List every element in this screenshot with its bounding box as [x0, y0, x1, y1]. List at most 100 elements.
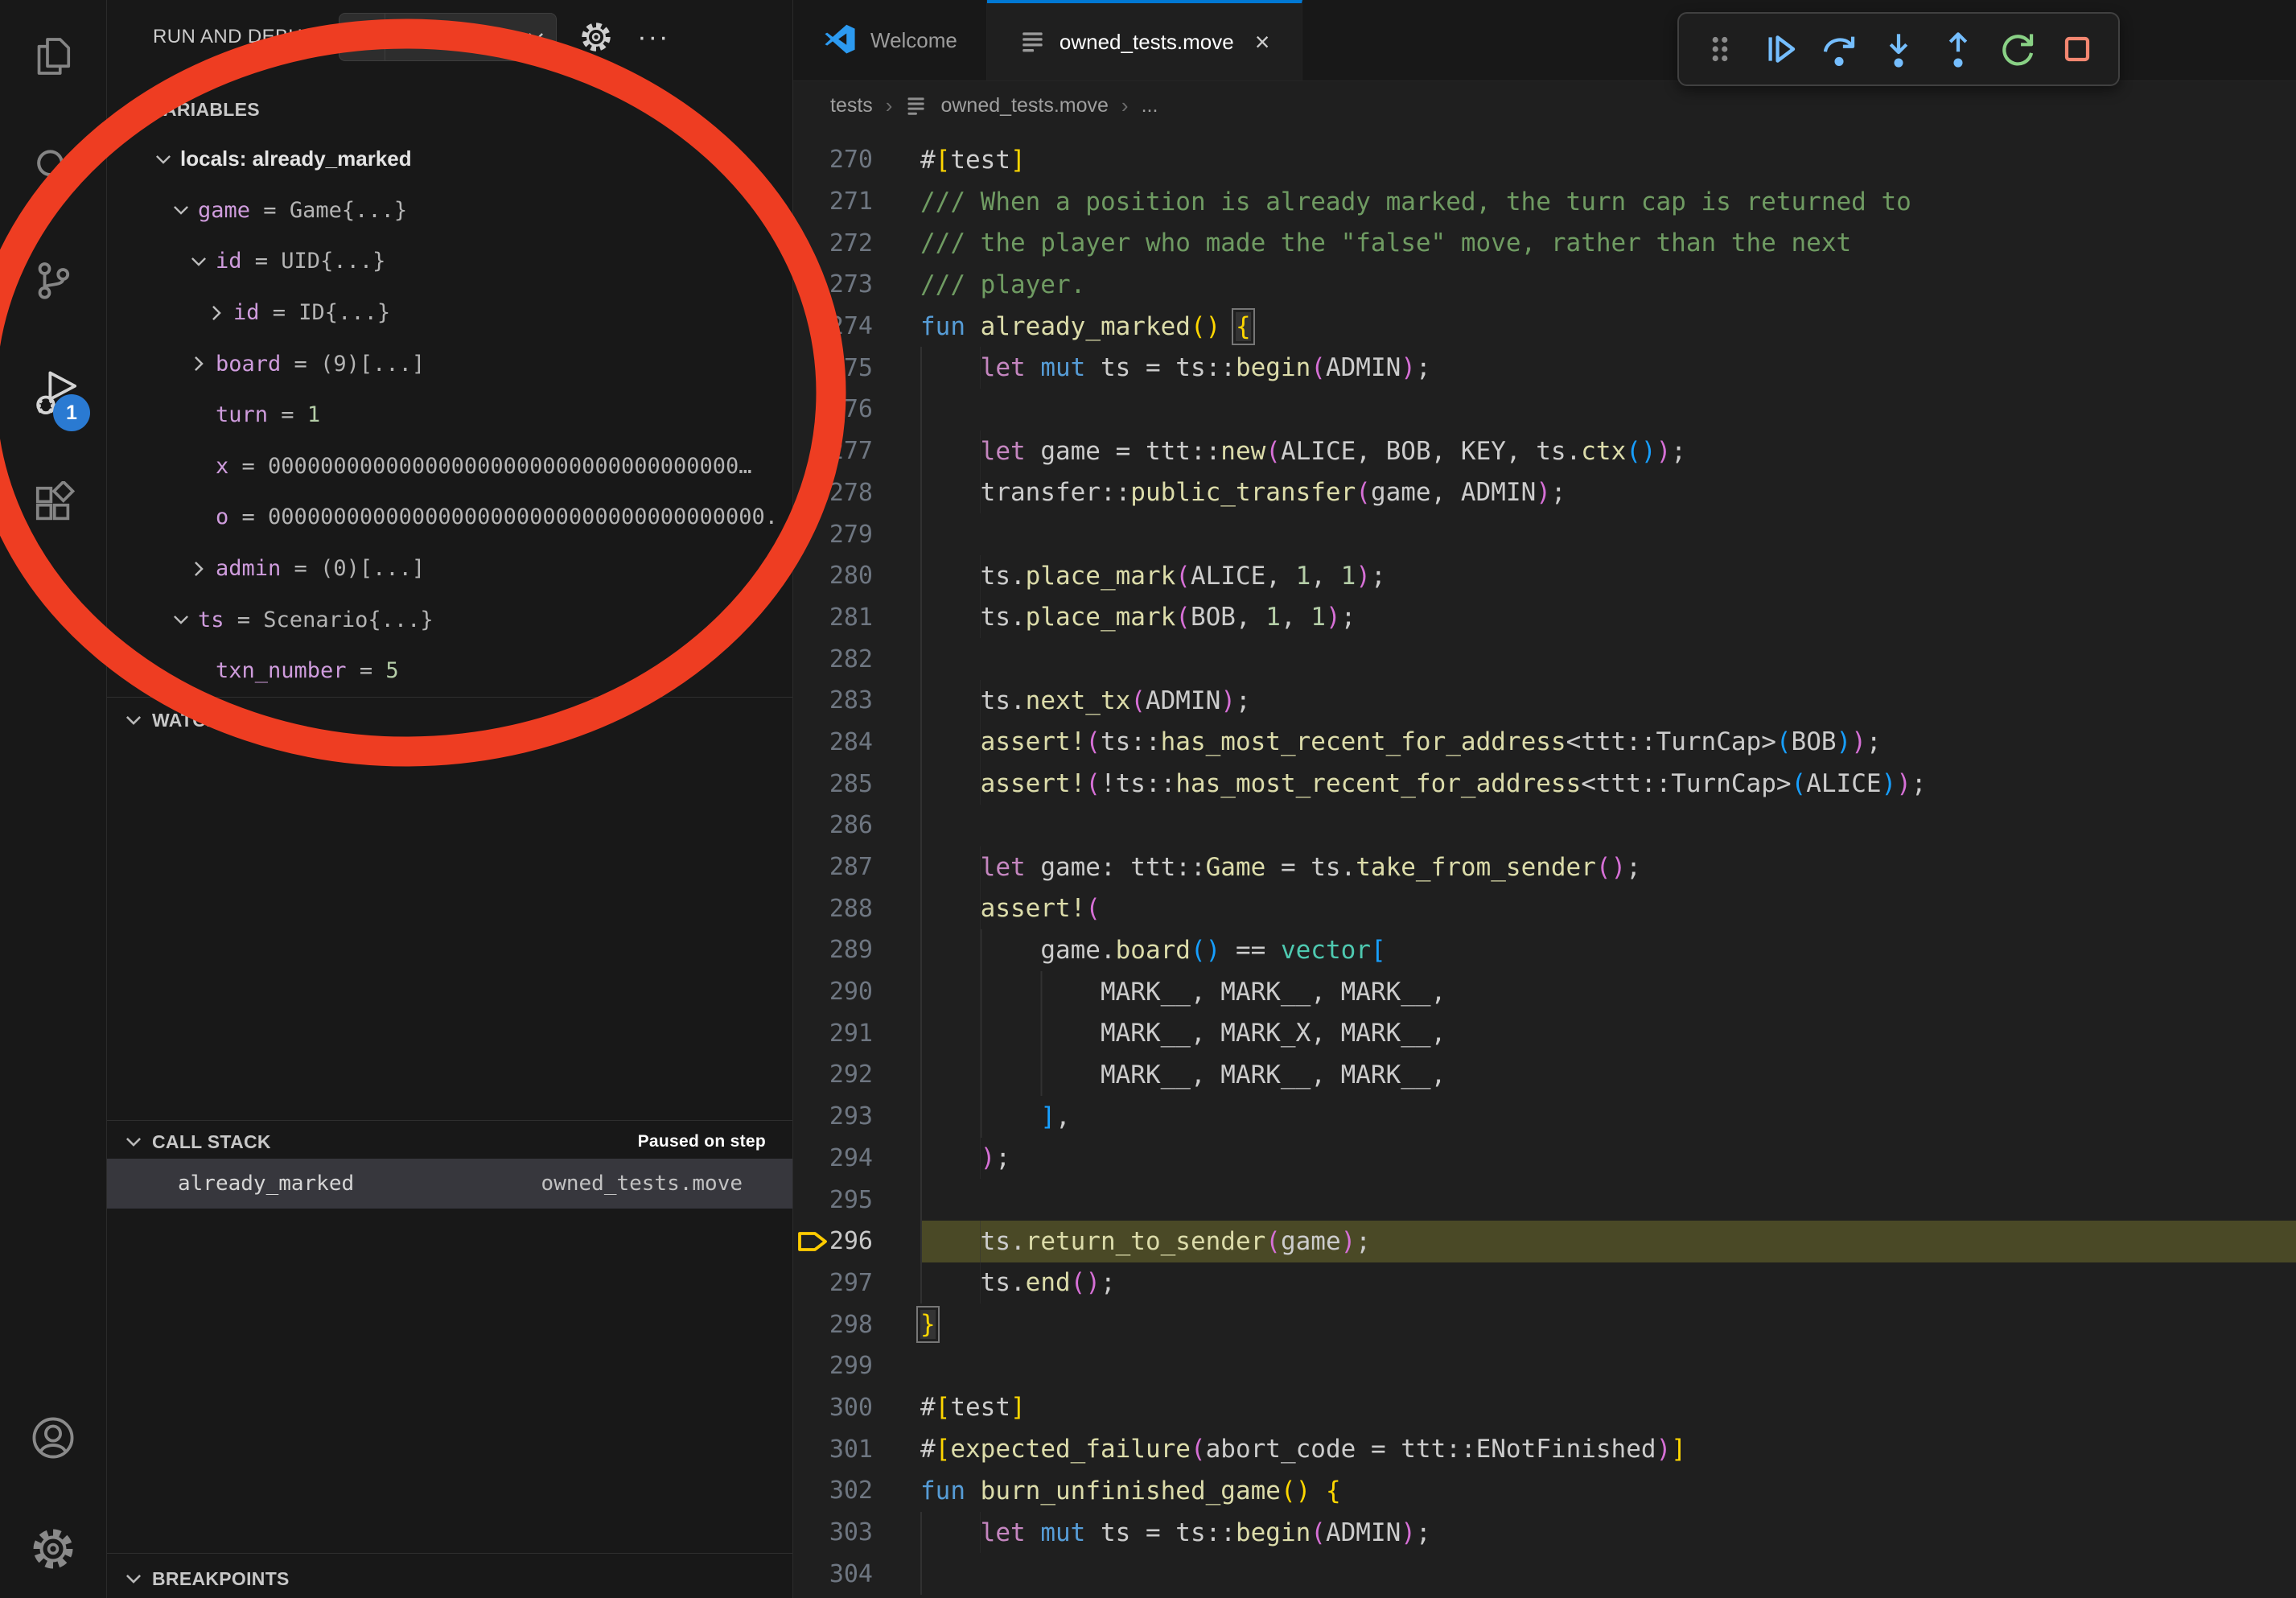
- more-actions-icon[interactable]: ···: [637, 29, 669, 45]
- code-text[interactable]: [920, 389, 2296, 430]
- line-number[interactable]: 291: [793, 1012, 894, 1054]
- variable-row[interactable]: board = (9)[...]: [107, 338, 792, 389]
- variables-section-header[interactable]: VARIABLES: [107, 90, 792, 129]
- line-number[interactable]: 298: [793, 1304, 894, 1345]
- extensions-icon[interactable]: [0, 481, 106, 526]
- code-text[interactable]: fun burn_unfinished_game() {: [920, 1470, 2296, 1512]
- start-debug-button[interactable]: [339, 14, 385, 60]
- code-text[interactable]: /// player.: [920, 264, 2296, 306]
- code-text[interactable]: game.board() == vector[: [920, 929, 2296, 971]
- code-text[interactable]: ts.place_mark(BOB, 1, 1);: [920, 597, 2296, 639]
- line-number[interactable]: 277: [793, 430, 894, 472]
- line-number[interactable]: 285: [793, 763, 894, 805]
- line-number[interactable]: 275: [793, 347, 894, 389]
- line-number[interactable]: 280: [793, 555, 894, 597]
- chevron-right-icon[interactable]: [188, 353, 216, 374]
- explorer-icon[interactable]: [0, 34, 106, 79]
- line-number[interactable]: 286: [793, 805, 894, 846]
- code-text[interactable]: let mut ts = ts::begin(ADMIN);: [920, 347, 2296, 389]
- code-text[interactable]: #[test]: [920, 139, 2296, 181]
- code-text[interactable]: assert!(ts::has_most_recent_for_address<…: [920, 722, 2296, 764]
- variable-row[interactable]: txn_number = 5: [107, 645, 792, 697]
- code-text[interactable]: assert!(!ts::has_most_recent_for_address…: [920, 763, 2296, 805]
- call-stack-section-header[interactable]: CALL STACK Paused on step: [107, 1125, 792, 1159]
- chevron-down-icon[interactable]: [153, 149, 180, 170]
- code-text[interactable]: [920, 638, 2296, 680]
- code-text[interactable]: }: [920, 1304, 2296, 1345]
- code-text[interactable]: [920, 1345, 2296, 1387]
- breadcrumb-item[interactable]: owned_tests.move: [940, 94, 1108, 117]
- stop-button[interactable]: [2051, 20, 2104, 78]
- variable-row[interactable]: x = 000000000000000000000000000000000000…: [107, 441, 792, 492]
- step-over-button[interactable]: [1813, 20, 1866, 78]
- tab-welcome[interactable]: Welcome: [793, 0, 987, 80]
- code-text[interactable]: ts.next_tx(ADMIN);: [920, 680, 2296, 722]
- search-icon[interactable]: [0, 145, 106, 190]
- chevron-down-icon[interactable]: [188, 251, 216, 272]
- line-number[interactable]: 297: [793, 1262, 894, 1304]
- code-text[interactable]: ts.return_to_sender(game);: [920, 1221, 2296, 1262]
- code-text[interactable]: #[expected_failure(abort_code = ttt::ENo…: [920, 1428, 2296, 1470]
- code-text[interactable]: [920, 1179, 2296, 1221]
- chevron-right-icon[interactable]: [188, 558, 216, 579]
- line-number[interactable]: 295: [793, 1179, 894, 1221]
- code-text[interactable]: MARK__, MARK_X, MARK__,: [920, 1012, 2296, 1054]
- line-number[interactable]: 276: [793, 389, 894, 430]
- continue-button[interactable]: [1753, 20, 1806, 78]
- line-number[interactable]: 292: [793, 1054, 894, 1096]
- code-text[interactable]: [920, 805, 2296, 846]
- variable-row[interactable]: id = UID{...}: [107, 236, 792, 287]
- config-dropdown[interactable]: No Configur…: [385, 26, 525, 48]
- code-text[interactable]: MARK__, MARK__, MARK__,: [920, 1054, 2296, 1096]
- line-number[interactable]: 287: [793, 846, 894, 888]
- line-number[interactable]: 302: [793, 1470, 894, 1512]
- drag-handle-icon[interactable]: [1693, 20, 1747, 78]
- restart-button[interactable]: [1991, 20, 2044, 78]
- code-text[interactable]: /// the player who made the "false" move…: [920, 222, 2296, 264]
- code-text[interactable]: fun already_marked() {: [920, 306, 2296, 348]
- debug-settings-gear-icon[interactable]: [579, 20, 613, 54]
- line-number[interactable]: 272: [793, 222, 894, 264]
- chevron-down-icon[interactable]: [525, 27, 556, 47]
- watch-section-header[interactable]: WATCH: [107, 702, 792, 739]
- line-number[interactable]: 300: [793, 1387, 894, 1429]
- line-number[interactable]: 289: [793, 929, 894, 971]
- call-stack-frame-row[interactable]: already_marked owned_tests.move: [107, 1159, 792, 1209]
- locals-scope-row[interactable]: locals: already_marked: [107, 134, 792, 185]
- line-number[interactable]: 274: [793, 306, 894, 348]
- breadcrumb-item[interactable]: ...: [1142, 94, 1158, 117]
- account-icon[interactable]: [0, 1415, 106, 1461]
- variable-row[interactable]: game = Game{...}: [107, 185, 792, 237]
- chevron-right-icon[interactable]: [206, 303, 233, 323]
- source-control-icon[interactable]: [0, 257, 106, 303]
- line-number[interactable]: 281: [793, 597, 894, 639]
- line-number[interactable]: 299: [793, 1345, 894, 1387]
- close-icon[interactable]: ×: [1255, 27, 1270, 57]
- code-text[interactable]: #[test]: [920, 1387, 2296, 1429]
- code-text[interactable]: let game: ttt::Game = ts.take_from_sende…: [920, 846, 2296, 888]
- line-number[interactable]: 296: [793, 1221, 894, 1262]
- variable-row[interactable]: o = 000000000000000000000000000000000000…: [107, 492, 792, 543]
- code-text[interactable]: );: [920, 1138, 2296, 1180]
- code-text[interactable]: /// When a position is already marked, t…: [920, 181, 2296, 223]
- tab-owned-tests-move[interactable]: owned_tests.move ×: [987, 0, 1302, 80]
- code-text[interactable]: MARK__, MARK__, MARK__,: [920, 971, 2296, 1013]
- variable-row[interactable]: admin = (0)[...]: [107, 543, 792, 595]
- line-number[interactable]: 273: [793, 264, 894, 306]
- step-out-button[interactable]: [1932, 20, 1985, 78]
- line-number[interactable]: 301: [793, 1428, 894, 1470]
- line-number[interactable]: 278: [793, 472, 894, 514]
- code-text[interactable]: [920, 513, 2296, 555]
- line-number[interactable]: 288: [793, 888, 894, 929]
- step-into-button[interactable]: [1872, 20, 1925, 78]
- code-text[interactable]: ],: [920, 1096, 2296, 1138]
- chevron-down-icon[interactable]: [171, 609, 198, 630]
- code-text[interactable]: let mut ts = ts::begin(ADMIN);: [920, 1512, 2296, 1554]
- code-text[interactable]: assert!(: [920, 888, 2296, 929]
- variable-row[interactable]: ts = Scenario{...}: [107, 594, 792, 645]
- line-number[interactable]: 279: [793, 513, 894, 555]
- code-text[interactable]: ts.end();: [920, 1262, 2296, 1304]
- code-text[interactable]: let game = ttt::new(ALICE, BOB, KEY, ts.…: [920, 430, 2296, 472]
- code-text[interactable]: [920, 1553, 2296, 1595]
- code-text[interactable]: transfer::public_transfer(game, ADMIN);: [920, 472, 2296, 514]
